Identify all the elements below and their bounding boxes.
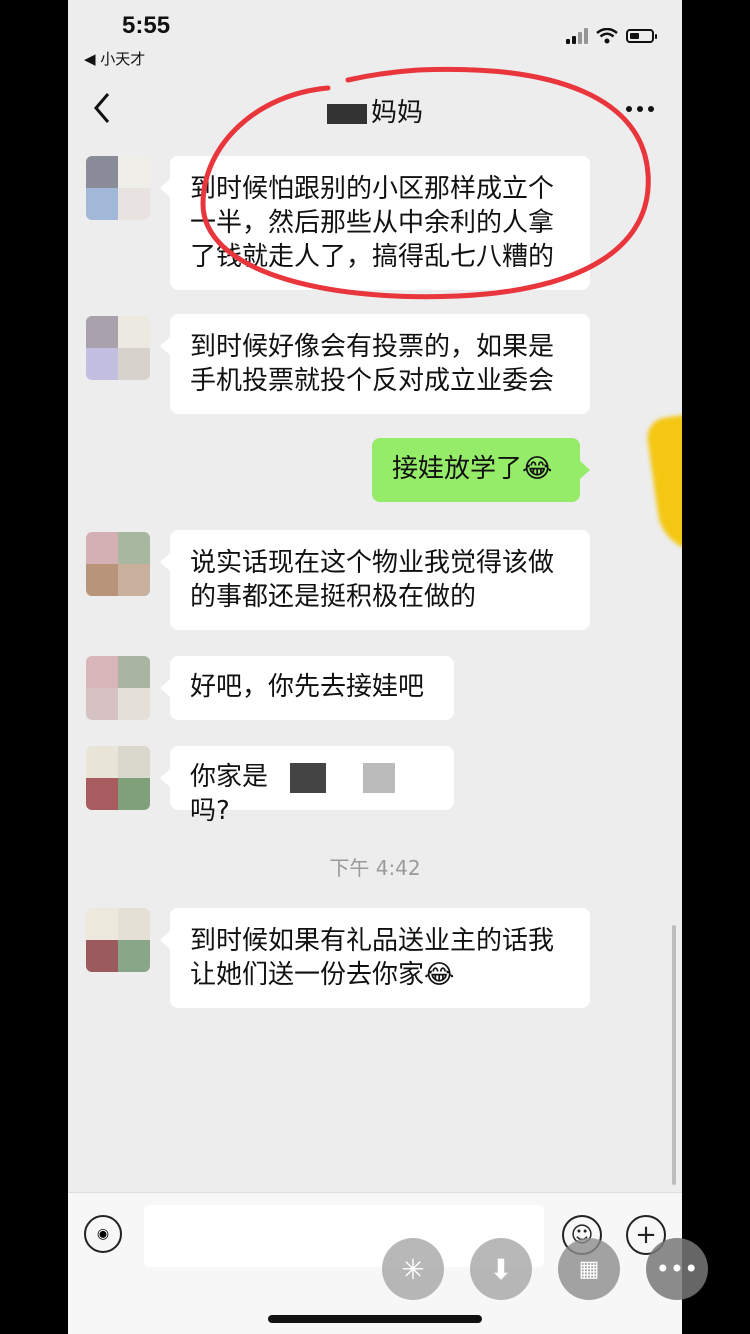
scrollbar[interactable] xyxy=(672,925,676,1185)
chat-screen: 5:55 ◀ 小天才 妈妈 到时候怕跟别的小区那样成立个一半，然后那些从中余利的… xyxy=(68,0,682,1334)
redacted-block xyxy=(362,762,395,793)
status-icons xyxy=(566,28,657,44)
message-bubble[interactable]: 到时候怕跟别的小区那样成立个一半，然后那些从中余利的人拿了钱就走人了，搞得乱七八… xyxy=(160,156,590,290)
laughing-emoji-icon: 😂 xyxy=(424,960,455,990)
message-bubble[interactable]: 说实话现在这个物业我觉得该做的事都还是挺积极在做的 xyxy=(160,530,590,630)
message-text-prefix: 你家是 xyxy=(190,762,269,792)
redacted-block xyxy=(290,762,327,793)
home-indicator[interactable] xyxy=(268,1315,482,1323)
message-bubble[interactable]: 你家是 吗? xyxy=(160,746,454,826)
message-text: 到时候怕跟别的小区那样成立个一半，然后那些从中余利的人拿了钱就走人了，搞得乱七八… xyxy=(190,174,555,272)
chat-title-text: 妈妈 xyxy=(370,98,423,128)
clip-tool-icon[interactable]: ✳ xyxy=(382,1238,444,1300)
message-bubble-self[interactable]: 接娃放学了😂 xyxy=(372,438,590,502)
redacted-block xyxy=(326,103,367,124)
message-text: 好吧，你先去接娃吧 xyxy=(190,672,425,702)
more-options-icon[interactable]: ••• xyxy=(646,1238,708,1300)
message-bubble[interactable]: 好吧，你先去接娃吧 xyxy=(160,656,454,720)
message-text: 说实话现在这个物业我觉得该做的事都还是挺积极在做的 xyxy=(190,548,555,612)
download-icon[interactable]: ⬇ xyxy=(470,1238,532,1300)
battery-icon xyxy=(626,29,657,43)
message-text-suffix: 吗? xyxy=(190,796,230,826)
message-bubble[interactable]: 到时候好像会有投票的，如果是手机投票就投个反对成立业委会 xyxy=(160,314,590,414)
yellow-redaction-mark xyxy=(644,404,682,558)
voice-icon[interactable]: ◉ xyxy=(84,1215,122,1253)
message-bubble[interactable]: 到时候如果有礼品送业主的话我让她们送一份去你家😂 xyxy=(160,908,590,1008)
signal-icon xyxy=(566,28,588,44)
chat-title: 妈妈 xyxy=(68,92,682,129)
status-time: 5:55 xyxy=(122,12,171,39)
message-text: 到时候好像会有投票的，如果是手机投票就投个反对成立业委会 xyxy=(190,332,555,396)
avatar[interactable] xyxy=(86,532,150,596)
avatar[interactable] xyxy=(86,656,150,720)
avatar[interactable] xyxy=(86,746,150,810)
message-text: 到时候如果有礼品送业主的话我让她们送一份去你家 xyxy=(190,926,555,990)
more-options-icon[interactable] xyxy=(626,106,654,112)
laughing-emoji-icon: 😂 xyxy=(522,454,553,484)
avatar[interactable] xyxy=(86,316,150,380)
avatar[interactable] xyxy=(86,908,150,972)
message-text: 接娃放学了 xyxy=(392,454,523,484)
message-timestamp: 下午 4:42 xyxy=(329,856,421,880)
wifi-icon xyxy=(596,28,618,44)
status-back-app[interactable]: ◀ 小天才 xyxy=(84,48,145,69)
grid-menu-icon[interactable]: ▦ xyxy=(558,1238,620,1300)
avatar[interactable] xyxy=(86,156,150,220)
